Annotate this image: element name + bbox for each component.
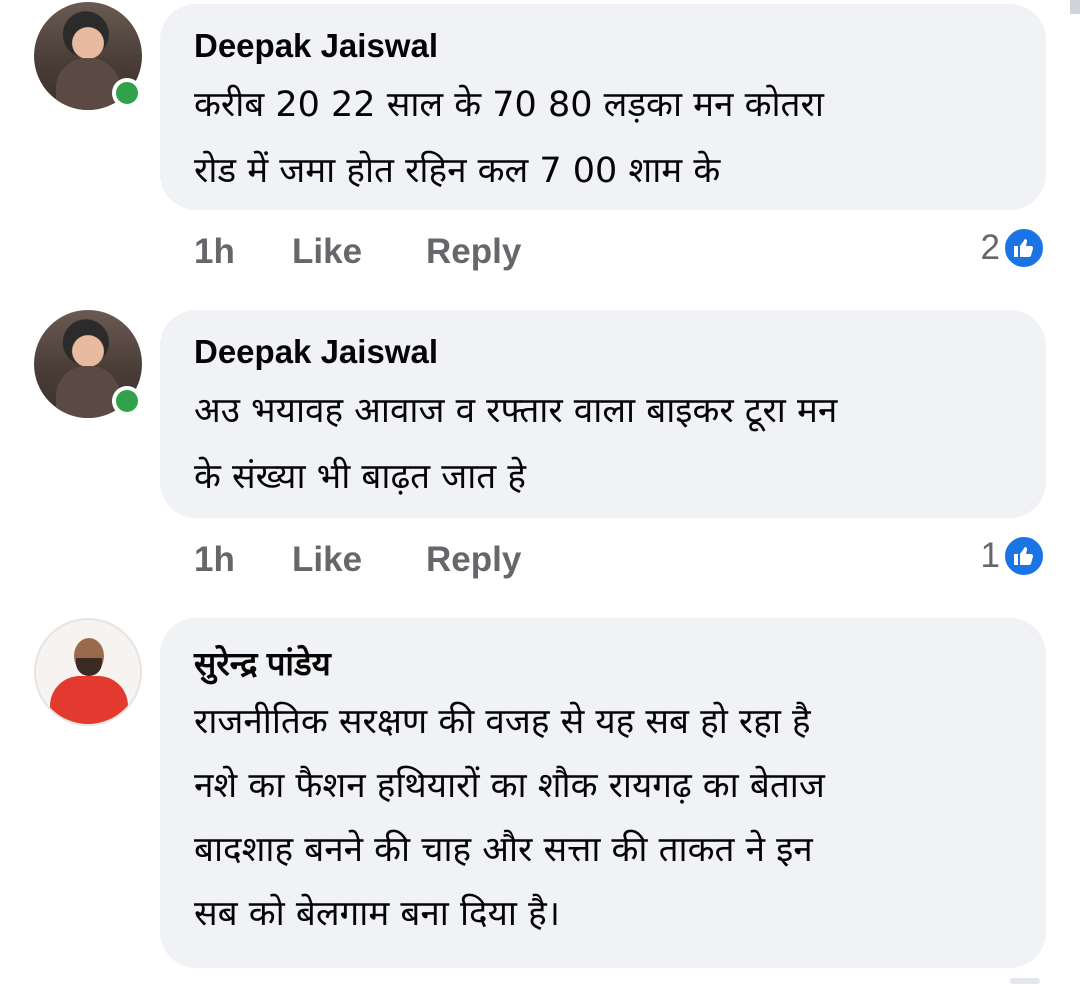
reaction-count: 1 <box>980 536 1000 575</box>
avatar[interactable] <box>34 618 142 726</box>
comment-timestamp[interactable]: 1h <box>194 540 292 580</box>
comment-bubble: सुरेन्द्र पांडेय राजनीतिक सरक्षण की वजह … <box>160 618 1046 968</box>
reaction-count: 2 <box>980 228 1000 267</box>
like-thumb-icon <box>1002 534 1046 578</box>
comment-text: राजनीतिक सरक्षण की वजह से यह सब हो रहा ह… <box>194 702 825 934</box>
comment-actions: 1h Like Reply <box>194 232 521 272</box>
comment-text: अउ भयावह आवाज व रफ्तार वाला बाइकर टूरा म… <box>194 391 838 497</box>
avatar-figure <box>76 658 102 676</box>
comment-author[interactable]: सुरेन्द्र पांडेय <box>194 642 1012 686</box>
online-status-icon <box>112 78 142 108</box>
comment-bubble: Deepak Jaiswal करीब 20 22 साल के 70 80 ल… <box>160 4 1046 210</box>
reply-button[interactable]: Reply <box>426 232 521 272</box>
like-button[interactable]: Like <box>292 232 426 272</box>
comment-author[interactable]: Deepak Jaiswal <box>194 24 1012 68</box>
comment-timestamp[interactable]: 1h <box>194 232 292 272</box>
reaction-summary[interactable]: 1 <box>981 534 1046 578</box>
next-item-edge <box>1010 978 1040 984</box>
like-button[interactable]: Like <box>292 540 426 580</box>
online-status-icon <box>112 386 142 416</box>
comment-bubble: Deepak Jaiswal अउ भयावह आवाज व रफ्तार वा… <box>160 310 1046 518</box>
avatar-figure <box>50 676 128 724</box>
comment-actions: 1h Like Reply <box>194 540 521 580</box>
like-thumb-icon <box>1002 226 1046 270</box>
reply-button[interactable]: Reply <box>426 540 521 580</box>
comment-author[interactable]: Deepak Jaiswal <box>194 330 1012 374</box>
comment-text: करीब 20 22 साल के 70 80 लड़का मन कोतरा र… <box>194 85 824 191</box>
scrollbar-top <box>1070 0 1080 14</box>
reaction-summary[interactable]: 2 <box>981 226 1046 270</box>
